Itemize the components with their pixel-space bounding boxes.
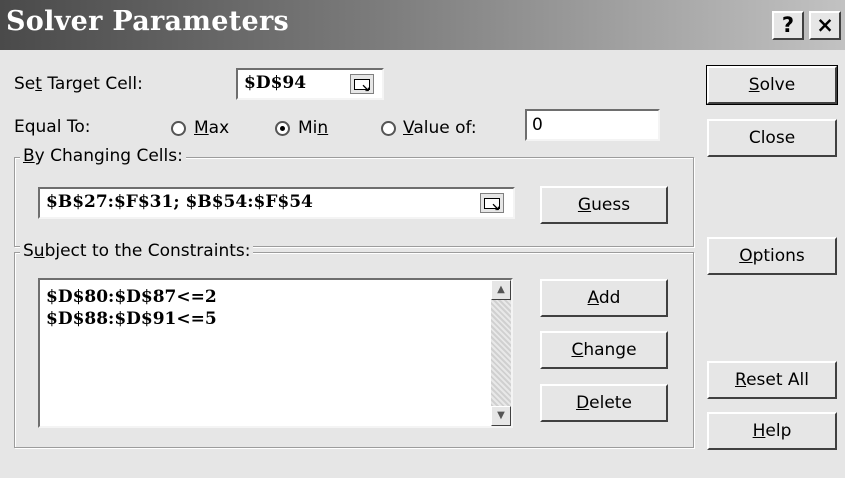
value-of-input[interactable]: 0 [525, 109, 660, 141]
value-of-radio[interactable] [381, 121, 396, 136]
options-button[interactable]: Options [707, 237, 837, 275]
title-bar: Solver Parameters ? × [0, 0, 845, 50]
constraints-label: Subject to the Constraints: [20, 241, 254, 261]
constraints-listbox[interactable]: $D$80:$D$87<=2 $D$88:$D$91<=5 ▲ ▼ [38, 278, 513, 428]
change-button[interactable]: Change [540, 331, 668, 369]
help-button[interactable]: Help [707, 412, 837, 450]
target-cell-value: $D$94 [244, 73, 307, 93]
value-of-radio-label[interactable]: Value of: [403, 118, 477, 138]
target-cell-label: Set Target Cell: [14, 74, 143, 94]
constraints-scrollbar[interactable]: ▲ ▼ [491, 280, 511, 426]
value-of-input-text: 0 [532, 115, 543, 135]
min-radio[interactable] [275, 121, 290, 136]
changing-cells-input[interactable]: $B$27:$F$31; $B$54:$F$54 ↘ [38, 187, 515, 219]
radio-selected-dot [280, 126, 285, 131]
close-button[interactable]: Close [707, 119, 837, 157]
reset-all-button[interactable]: Reset All [707, 361, 837, 399]
changing-cells-value: $B$27:$F$31; $B$54:$F$54 [46, 192, 313, 212]
changing-cells-label: By Changing Cells: [20, 146, 186, 166]
list-item[interactable]: $D$80:$D$87<=2 [46, 287, 217, 307]
scroll-up-arrow-icon[interactable]: ▲ [491, 280, 511, 300]
delete-button[interactable]: Delete [540, 384, 668, 422]
guess-button[interactable]: Guess [540, 186, 668, 224]
max-radio[interactable] [171, 121, 186, 136]
solve-button[interactable]: Solve [706, 65, 838, 105]
scroll-down-arrow-icon[interactable]: ▼ [491, 406, 511, 426]
equal-to-label: Equal To: [14, 117, 91, 137]
add-button[interactable]: Add [540, 279, 668, 317]
collapse-dialog-icon[interactable]: ↘ [480, 193, 504, 213]
close-title-button[interactable]: × [809, 11, 841, 40]
target-cell-input[interactable]: $D$94 ↘ [236, 68, 384, 100]
list-item[interactable]: $D$88:$D$91<=5 [46, 309, 217, 329]
window-title: Solver Parameters [6, 6, 289, 37]
help-title-button[interactable]: ? [772, 11, 804, 40]
max-radio-label[interactable]: Max [194, 118, 229, 138]
collapse-dialog-icon[interactable]: ↘ [350, 74, 374, 94]
min-radio-label[interactable]: Min [298, 118, 328, 138]
